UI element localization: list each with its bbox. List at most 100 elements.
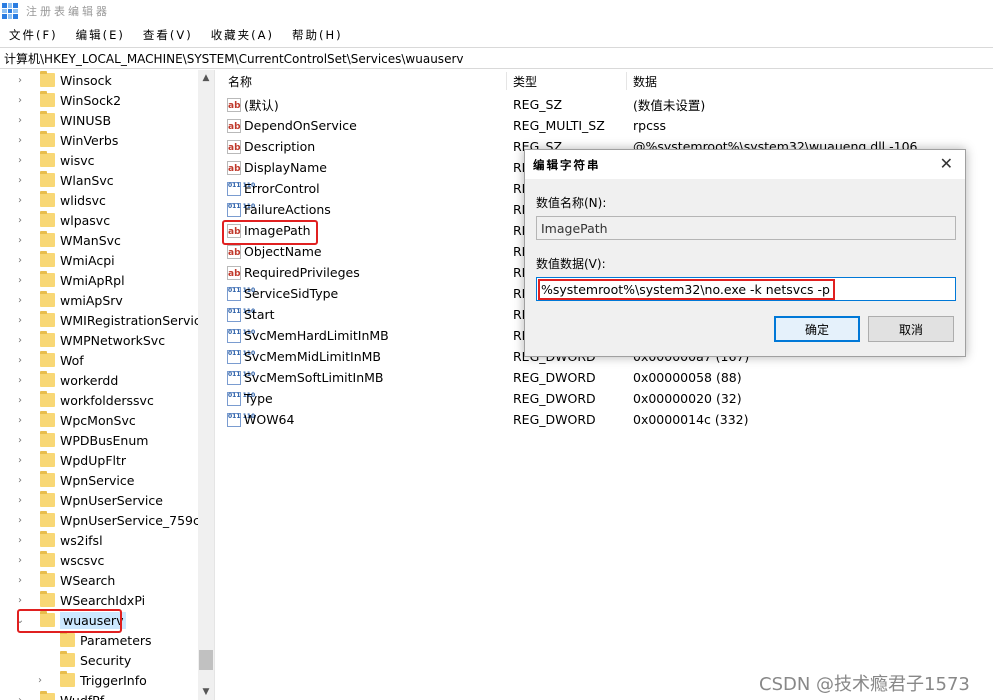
chevron-right-icon[interactable]: › — [14, 535, 26, 546]
chevron-right-icon[interactable]: › — [14, 175, 26, 186]
header-name[interactable]: 名称 — [228, 70, 252, 92]
menu-file[interactable]: 文件(F) — [0, 27, 67, 43]
cancel-button[interactable]: 取消 — [868, 316, 954, 342]
tree-item[interactable]: › wmiApSrv — [14, 290, 123, 310]
tree-item[interactable]: › ws2ifsl — [14, 530, 103, 550]
chevron-right-icon[interactable]: › — [14, 595, 26, 606]
tree-item[interactable]: › WmiApRpl — [14, 270, 125, 290]
chevron-right-icon[interactable]: › — [14, 435, 26, 446]
tree-item[interactable]: › workfolderssvc — [14, 390, 154, 410]
tree-item[interactable]: › wlpasvc — [14, 210, 110, 230]
value-name: DependOnService — [244, 118, 357, 133]
tree-item[interactable]: › WINUSB — [14, 110, 111, 130]
tree-item[interactable]: › WManSvc — [14, 230, 121, 250]
tree-item[interactable]: › WudfPf — [14, 690, 104, 700]
scroll-thumb[interactable] — [199, 650, 213, 670]
chevron-right-icon[interactable]: › — [34, 675, 46, 686]
scroll-down-icon[interactable]: ▼ — [198, 684, 214, 700]
menu-edit[interactable]: 编辑(E) — [67, 27, 134, 43]
chevron-right-icon[interactable]: › — [14, 95, 26, 106]
chevron-right-icon[interactable]: › — [14, 575, 26, 586]
tree-item[interactable]: › WpdUpFltr — [14, 450, 126, 470]
chevron-right-icon[interactable]: › — [14, 195, 26, 206]
chevron-right-icon[interactable]: › — [14, 335, 26, 346]
tree-item-label: Wof — [60, 352, 84, 368]
tree-item[interactable]: › WlanSvc — [14, 170, 114, 190]
string-value-icon: ab — [227, 265, 241, 280]
chevron-right-icon[interactable]: › — [14, 375, 26, 386]
tree-item-label: wlpasvc — [60, 212, 111, 228]
tree-item[interactable]: › WpnUserService_759c9e — [14, 510, 214, 530]
menu-help[interactable]: 帮助(H) — [283, 27, 352, 43]
tree-item[interactable]: › wscsvc — [14, 550, 104, 570]
value-name: ObjectName — [244, 244, 322, 259]
tree-item[interactable]: › WinVerbs — [14, 130, 118, 150]
chevron-right-icon[interactable]: › — [14, 495, 26, 506]
column-divider[interactable] — [506, 72, 507, 90]
value-row[interactable]: ab DependOnService REG_MULTI_SZ rpcss — [222, 115, 993, 136]
string-value-icon: ab — [227, 97, 241, 112]
column-divider[interactable] — [626, 72, 627, 90]
chevron-right-icon[interactable]: › — [14, 455, 26, 466]
tree-item[interactable]: › wisvc — [14, 150, 94, 170]
chevron-right-icon[interactable]: › — [14, 155, 26, 166]
chevron-right-icon[interactable]: › — [14, 555, 26, 566]
value-row[interactable]: 011 110 SvcMemSoftLimitInMB REG_DWORD 0x000… — [222, 367, 993, 388]
header-type[interactable]: 类型 — [513, 70, 537, 92]
tree-item[interactable]: Security — [34, 650, 131, 670]
tree-item[interactable]: › Winsock — [14, 70, 112, 90]
value-data-input[interactable]: %systemroot%\system32\no.exe -k netsvcs … — [536, 277, 956, 301]
header-data[interactable]: 数据 — [633, 70, 657, 92]
string-value-icon: ab — [227, 139, 241, 154]
chevron-right-icon[interactable]: › — [14, 695, 26, 700]
tree-item[interactable]: › WmiAcpi — [14, 250, 115, 270]
tree-item-label: WPDBusEnum — [60, 432, 149, 448]
value-name: Type — [244, 391, 273, 406]
tree-item[interactable]: › Wof — [14, 350, 84, 370]
tree-item[interactable]: › WpnUserService — [14, 490, 163, 510]
chevron-right-icon[interactable]: › — [14, 355, 26, 366]
menu-favorites[interactable]: 收藏夹(A) — [202, 27, 283, 43]
close-icon[interactable]: ✕ — [940, 154, 955, 173]
tree-item[interactable]: › WinSock2 — [14, 90, 121, 110]
chevron-right-icon[interactable]: › — [14, 475, 26, 486]
tree-item[interactable]: › WMPNetworkSvc — [14, 330, 165, 350]
tree-item[interactable]: › wlidsvc — [14, 190, 106, 210]
value-type: REG_DWORD — [513, 370, 596, 385]
chevron-right-icon[interactable]: › — [14, 235, 26, 246]
tree-item-label: WudfPf — [60, 692, 105, 700]
tree-item[interactable]: › TriggerInfo — [34, 670, 147, 690]
address-bar[interactable]: 计算机\HKEY_LOCAL_MACHINE\SYSTEM\CurrentCon… — [0, 47, 993, 69]
chevron-right-icon[interactable]: › — [14, 135, 26, 146]
dialog-titlebar: 编辑字符串 ✕ — [525, 150, 965, 179]
chevron-right-icon[interactable]: › — [14, 315, 26, 326]
value-row[interactable]: ab (默认) REG_SZ (数值未设置) — [222, 94, 993, 115]
tree-item-label: wlidsvc — [60, 192, 106, 208]
tree-item[interactable]: › WPDBusEnum — [14, 430, 148, 450]
tree-item[interactable]: › WSearch — [14, 570, 115, 590]
tree-item[interactable]: Parameters — [34, 630, 152, 650]
scroll-up-icon[interactable]: ▲ — [198, 70, 214, 86]
tree-item[interactable]: › workerdd — [14, 370, 118, 390]
binary-value-icon: 011 110 — [227, 307, 255, 322]
chevron-right-icon[interactable]: › — [14, 115, 26, 126]
binary-value-icon: 011 110 — [227, 370, 255, 385]
chevron-right-icon[interactable]: › — [14, 255, 26, 266]
chevron-right-icon[interactable]: › — [14, 515, 26, 526]
chevron-right-icon[interactable]: › — [14, 75, 26, 86]
chevron-right-icon[interactable]: › — [14, 395, 26, 406]
chevron-right-icon[interactable]: › — [14, 415, 26, 426]
tree-item[interactable]: › WSearchIdxPi — [14, 590, 145, 610]
value-row[interactable]: 011 110 WOW64 REG_DWORD 0x0000014c (332) — [222, 409, 993, 430]
tree-scrollbar[interactable]: ▲ ▼ — [198, 70, 214, 700]
folder-icon — [40, 571, 55, 587]
chevron-right-icon[interactable]: › — [14, 275, 26, 286]
chevron-right-icon[interactable]: › — [14, 295, 26, 306]
value-row[interactable]: 011 110 Type REG_DWORD 0x00000020 (32) — [222, 388, 993, 409]
tree-item[interactable]: › WMIRegistrationService — [14, 310, 208, 330]
menu-view[interactable]: 查看(V) — [134, 27, 202, 43]
ok-button[interactable]: 确定 — [774, 316, 860, 342]
tree-item[interactable]: › WpnService — [14, 470, 134, 490]
chevron-right-icon[interactable]: › — [14, 215, 26, 226]
tree-item[interactable]: › WpcMonSvc — [14, 410, 136, 430]
